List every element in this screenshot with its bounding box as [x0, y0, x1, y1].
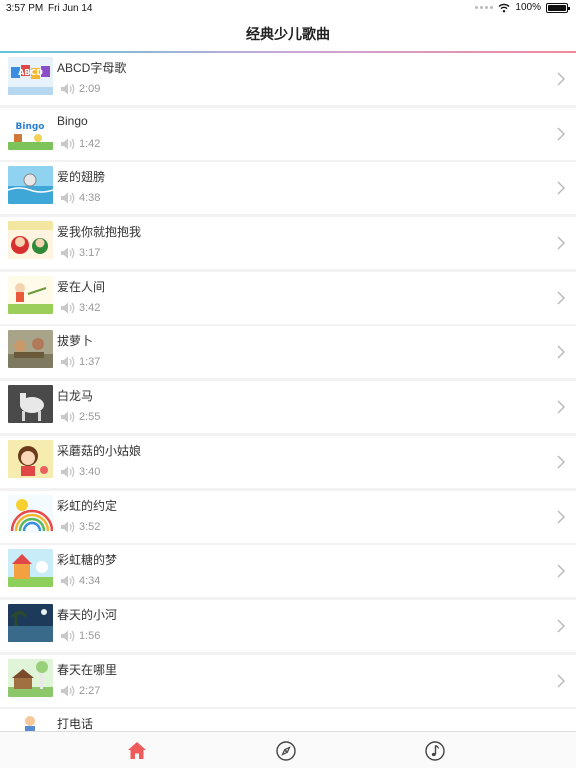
- song-row[interactable]: 白龙马 2:55: [0, 381, 576, 434]
- chevron-right-icon: [557, 291, 565, 305]
- song-duration: 3:42: [79, 301, 101, 314]
- speaker-icon: [61, 521, 75, 532]
- song-duration: 1:37: [79, 356, 101, 369]
- speaker-icon: [61, 247, 75, 259]
- song-title: 彩虹糖的梦: [57, 553, 118, 568]
- song-title: 彩虹的约定: [57, 498, 118, 513]
- speaker-icon: [61, 466, 75, 478]
- speaker-icon: [61, 138, 75, 150]
- song-row[interactable]: 春天在哪里 2:27: [0, 654, 576, 707]
- song-title: 爱在人间: [57, 279, 106, 294]
- song-duration: 1:42: [79, 137, 101, 150]
- song-thumbnail: ABCD: [8, 57, 53, 95]
- chevron-right-icon: [557, 236, 565, 250]
- song-duration: 4:34: [79, 575, 101, 588]
- chevron-right-icon: [557, 400, 565, 414]
- wifi-icon: [498, 3, 510, 12]
- song-title: ABCD字母歌: [57, 61, 127, 75]
- chevron-right-icon: [557, 181, 565, 195]
- song-thumbnail: [8, 658, 53, 697]
- song-thumbnail: [8, 549, 53, 588]
- song-thumbnail: [8, 275, 53, 314]
- song-thumbnail: [8, 385, 53, 424]
- speaker-icon: [61, 302, 75, 314]
- thumb-abcd-text: ABCD: [18, 68, 43, 77]
- song-duration: 2:27: [79, 684, 101, 697]
- home-icon[interactable]: [126, 740, 148, 762]
- chevron-right-icon: [557, 619, 565, 633]
- song-title: Bingo: [57, 113, 88, 128]
- song-duration: 3:17: [79, 247, 101, 260]
- song-row[interactable]: 采蘑菇的小姑娘 3:40: [0, 435, 576, 488]
- song-row[interactable]: 爱的翅膀 4:38: [0, 162, 576, 215]
- chevron-right-icon: [557, 345, 565, 359]
- song-row[interactable]: Bingo Bingo 1:42: [0, 107, 576, 160]
- song-thumbnail: [8, 439, 53, 478]
- music-note-icon[interactable]: [424, 740, 446, 762]
- song-row[interactable]: 爱我你就抱抱我 3:17: [0, 217, 576, 270]
- song-row[interactable]: 彩虹糖的梦 4:34: [0, 545, 576, 598]
- chevron-right-icon: [557, 72, 565, 86]
- battery-icon: [546, 2, 570, 13]
- song-title: 春天的小河: [57, 607, 118, 622]
- chevron-right-icon: [557, 564, 565, 578]
- page-title: 经典少儿歌曲: [246, 26, 330, 42]
- song-row[interactable]: 爱在人间 3:42: [0, 271, 576, 324]
- song-row[interactable]: 拔萝卜 1:37: [0, 326, 576, 379]
- speaker-icon: [61, 575, 75, 587]
- song-title: 春天在哪里: [57, 662, 118, 677]
- song-list[interactable]: ABCD ABCD字母歌 2:09 Bingo Bingo 1:42 爱的翅膀 …: [0, 53, 576, 731]
- thumb-bingo-text: Bingo: [16, 122, 45, 132]
- tab-bar: [0, 731, 576, 768]
- speaker-icon: [61, 411, 75, 423]
- song-title: 采蘑菇的小姑娘: [57, 443, 142, 458]
- battery-percent: 100%: [515, 2, 541, 13]
- speaker-icon: [61, 192, 75, 204]
- chevron-right-icon: [557, 510, 565, 523]
- speaker-icon: [61, 83, 75, 95]
- speaker-icon: [61, 356, 75, 368]
- song-title: 爱我你就抱抱我: [57, 225, 142, 240]
- song-thumbnail: Bingo: [8, 111, 53, 150]
- song-row[interactable]: 春天的小河 1:56: [0, 599, 576, 652]
- status-date: Fri Jun 14: [48, 3, 93, 14]
- song-thumbnail: [8, 166, 53, 205]
- song-thumbnail: [8, 713, 53, 731]
- song-title: 爱的翅膀: [57, 170, 106, 185]
- song-thumbnail: [8, 330, 53, 369]
- chevron-right-icon: [557, 674, 565, 688]
- speaker-icon: [61, 685, 75, 697]
- song-duration: 4:38: [79, 192, 101, 205]
- chevron-right-icon: [557, 455, 565, 469]
- speaker-icon: [61, 630, 75, 642]
- song-title: 拔萝卜: [57, 334, 94, 349]
- song-thumbnail: [8, 494, 53, 533]
- song-duration: 3:52: [79, 520, 101, 533]
- status-time: 3:57 PM: [6, 3, 44, 14]
- song-title: 打电话: [57, 717, 94, 731]
- song-row[interactable]: 打电话: [0, 709, 576, 731]
- song-row[interactable]: ABCD ABCD字母歌 2:09: [0, 53, 576, 105]
- song-duration: 2:55: [79, 411, 101, 424]
- song-thumbnail: [8, 221, 53, 260]
- song-title: 白龙马: [57, 389, 94, 404]
- song-thumbnail: [8, 603, 53, 642]
- navigation-bar: 经典少儿歌曲: [0, 17, 576, 51]
- song-duration: 3:40: [79, 465, 101, 478]
- song-row[interactable]: 彩虹的约定 3:52: [0, 490, 576, 543]
- song-duration: 1:56: [79, 629, 101, 642]
- compass-icon[interactable]: [275, 740, 297, 762]
- signal-dots-icon: [475, 6, 494, 9]
- song-duration: 2:09: [79, 83, 101, 95]
- chevron-right-icon: [557, 127, 565, 141]
- status-bar: 3:57 PM Fri Jun 14 100%: [0, 0, 576, 17]
